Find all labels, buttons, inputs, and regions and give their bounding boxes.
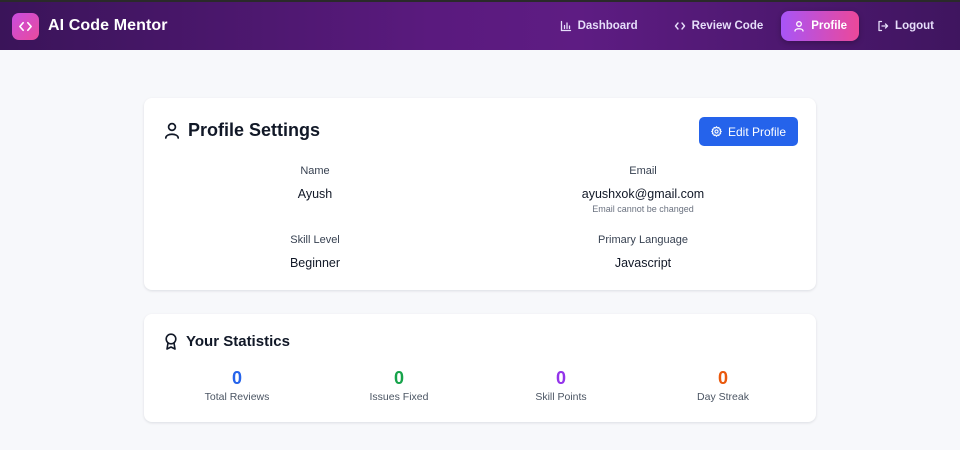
nav-dashboard-label: Dashboard <box>577 20 638 32</box>
profile-settings-heading: Profile Settings <box>164 120 320 141</box>
profile-settings-card: Profile Settings Edit Profile Name Ayush… <box>144 98 816 290</box>
statistics-card: Your Statistics 0 Total Reviews 0 Issues… <box>144 314 816 422</box>
bar-chart-icon <box>560 20 571 32</box>
statistics-title: Your Statistics <box>186 333 290 350</box>
app-title: AI Code Mentor <box>48 17 168 34</box>
nav-review-code[interactable]: Review Code <box>662 11 776 41</box>
stat-value: 0 <box>231 368 242 388</box>
stat-value: 0 <box>393 368 404 388</box>
code-logo-icon <box>12 12 39 40</box>
name-field: Name Ayush <box>152 165 478 201</box>
name-value: Ayush <box>297 187 333 201</box>
nav-profile[interactable]: Profile <box>781 11 860 41</box>
nav-logout-label: Logout <box>895 20 934 32</box>
award-icon <box>165 333 177 350</box>
nav-logout[interactable]: Logout <box>865 11 946 41</box>
skill-level-field: Skill Level Beginner <box>152 234 478 270</box>
user-icon <box>164 122 180 139</box>
stat-day-streak: 0 Day Streak <box>630 368 816 403</box>
nav-profile-label: Profile <box>811 20 848 32</box>
profile-settings-title: Profile Settings <box>188 120 321 140</box>
logout-icon <box>878 20 889 32</box>
top-navbar: AI Code Mentor Dashboard Review Code Pro… <box>0 0 960 50</box>
nav-review-code-label: Review Code <box>691 20 764 32</box>
stat-value: 0 <box>555 368 566 388</box>
email-hint: Email cannot be changed <box>592 204 694 214</box>
statistics-heading: Your Statistics <box>164 333 290 350</box>
code-icon <box>674 22 685 30</box>
primary-language-label: Primary Language <box>598 234 688 246</box>
gear-icon <box>711 126 722 137</box>
stat-issues-fixed: 0 Issues Fixed <box>306 368 492 403</box>
primary-language-field: Primary Language Javascript <box>480 234 806 270</box>
skill-level-label: Skill Level <box>290 234 340 246</box>
brand[interactable]: AI Code Mentor <box>12 12 168 40</box>
stat-skill-points: 0 Skill Points <box>468 368 654 403</box>
stat-total-reviews: 0 Total Reviews <box>144 368 330 403</box>
primary-language-value: Javascript <box>614 256 672 270</box>
stat-label: Total Reviews <box>204 391 270 403</box>
stat-label: Day Streak <box>697 391 749 403</box>
skill-level-value: Beginner <box>289 256 341 270</box>
stat-label: Skill Points <box>535 391 587 403</box>
edit-profile-button[interactable]: Edit Profile <box>699 117 798 146</box>
edit-profile-label: Edit Profile <box>727 124 787 139</box>
email-label: Email <box>629 165 657 177</box>
email-field: Email ayushxok@gmail.com Email cannot be… <box>480 165 806 214</box>
email-value: ayushxok@gmail.com <box>581 187 705 201</box>
user-icon <box>794 21 804 32</box>
main-nav: Dashboard Review Code Profile Logout <box>548 2 960 50</box>
stat-value: 0 <box>717 368 728 388</box>
stat-label: Issues Fixed <box>369 391 429 403</box>
nav-dashboard[interactable]: Dashboard <box>548 11 650 41</box>
name-label: Name <box>300 165 330 177</box>
